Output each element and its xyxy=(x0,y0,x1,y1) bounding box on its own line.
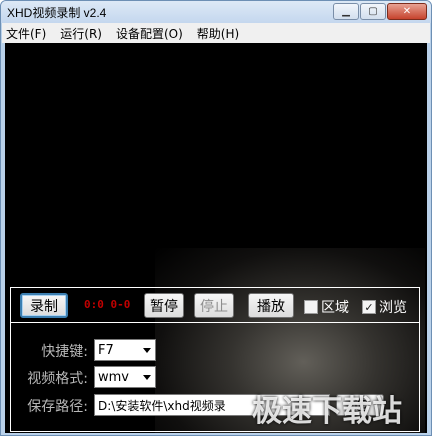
menu-bar: 文件(F) 运行(R) 设备配置(O) 帮助(H) xyxy=(2,23,430,43)
format-value: wmv xyxy=(98,369,129,385)
hotkey-select[interactable]: F7 xyxy=(94,339,156,361)
check-icon[interactable]: ✓ xyxy=(362,300,376,314)
region-checkbox[interactable]: 区域 xyxy=(304,297,349,317)
menu-help[interactable]: 帮助(H) xyxy=(197,25,239,42)
browse-checkbox[interactable]: ✓ 浏览 xyxy=(362,297,407,317)
stop-button[interactable]: 停止 xyxy=(194,293,234,318)
maximize-button[interactable]: ▢ xyxy=(360,3,386,20)
menu-run[interactable]: 运行(R) xyxy=(60,25,102,42)
window-title: XHD视频录制 v2.4 xyxy=(7,6,107,20)
window-controls: ▁ ▢ ✕ xyxy=(332,3,427,20)
title-bar[interactable]: XHD视频录制 v2.4 ▁ ▢ ✕ xyxy=(1,1,431,23)
format-label: 视频格式: xyxy=(27,371,88,387)
record-timer: 0:0 0-0 xyxy=(84,298,131,311)
menu-device-config[interactable]: 设备配置(O) xyxy=(116,25,183,42)
region-checkbox-box[interactable] xyxy=(304,300,318,314)
panel-divider xyxy=(10,322,420,323)
minimize-button[interactable]: ▁ xyxy=(333,3,359,20)
maximize-icon: ▢ xyxy=(368,6,378,17)
minimize-icon: ▁ xyxy=(342,6,350,17)
hotkey-value: F7 xyxy=(98,342,114,358)
pause-button[interactable]: 暂停 xyxy=(144,293,184,318)
region-label: 区域 xyxy=(321,300,349,316)
menu-file[interactable]: 文件(F) xyxy=(6,25,46,42)
close-icon: ✕ xyxy=(402,6,412,17)
browse-label: 浏览 xyxy=(379,300,407,316)
hotkey-label: 快捷键: xyxy=(41,344,88,360)
path-label: 保存路径: xyxy=(27,399,88,415)
play-button[interactable]: 播放 xyxy=(248,293,294,318)
format-select[interactable]: wmv xyxy=(94,366,156,388)
watermark: 极速下载站 xyxy=(252,394,402,429)
record-button[interactable]: 录制 xyxy=(20,293,68,318)
close-button[interactable]: ✕ xyxy=(387,3,427,20)
chevron-down-icon xyxy=(143,374,151,380)
chevron-down-icon xyxy=(143,347,151,353)
